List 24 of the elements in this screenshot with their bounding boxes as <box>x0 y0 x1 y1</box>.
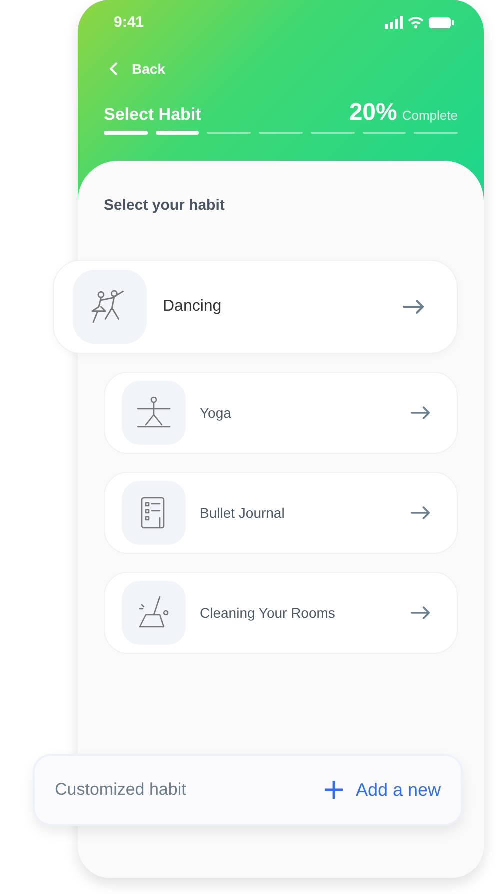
habit-label: Cleaning Your Rooms <box>200 605 336 621</box>
arrow-right-icon <box>411 406 431 420</box>
progress-label: Complete <box>402 108 458 123</box>
habit-label: Yoga <box>200 405 232 421</box>
signal-icon <box>385 16 403 29</box>
plus-icon <box>324 780 344 800</box>
section-title: Select your habit <box>104 197 226 214</box>
arrow-right-icon <box>411 606 431 620</box>
habit-label: Bullet Journal <box>200 505 286 521</box>
habit-item[interactable]: Yoga <box>104 372 458 454</box>
battery-icon <box>429 16 454 28</box>
habit-item[interactable]: Bullet Journal <box>104 472 458 554</box>
habit-item[interactable]: Dancing <box>53 260 458 354</box>
status-time: 9:41 <box>114 14 144 31</box>
screen-title: Select Habit <box>104 105 202 125</box>
progress-percent: 20% <box>349 99 398 126</box>
habit-item[interactable]: Cleaning Your Rooms <box>104 572 458 654</box>
arrow-right-icon <box>411 506 431 520</box>
arrow-right-icon <box>403 300 425 314</box>
add-new-button[interactable]: Add a new <box>324 780 441 800</box>
wifi-icon <box>408 16 424 29</box>
chevron-left-icon <box>110 62 118 76</box>
habit-label: Dancing <box>163 298 223 316</box>
custom-habit-label: Customized habit <box>55 780 186 800</box>
